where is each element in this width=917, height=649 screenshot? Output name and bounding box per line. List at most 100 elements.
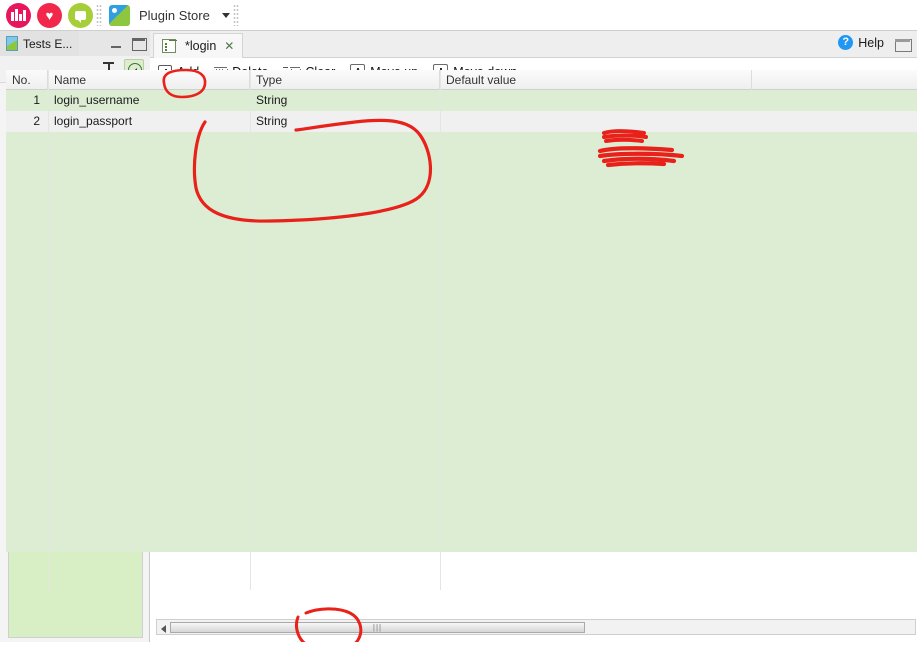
cell-empty: [6, 489, 48, 510]
cell-empty: [6, 300, 48, 321]
cell-empty: [250, 216, 440, 237]
cell-empty: [6, 321, 48, 342]
cell-empty: [250, 342, 440, 363]
cell-empty: [250, 363, 440, 384]
cell-empty: [6, 237, 48, 258]
cell-default[interactable]: [440, 111, 752, 132]
table-row-empty[interactable]: [6, 447, 917, 468]
column-header-default[interactable]: Default value: [440, 69, 752, 90]
cell-empty: [250, 132, 440, 153]
column-separator: [48, 70, 49, 590]
cell-empty: [440, 384, 752, 405]
cell-empty: [250, 300, 440, 321]
cell-empty: [6, 363, 48, 384]
table-header-row: No. Name Type Default value: [6, 69, 917, 90]
window-bottom-strip: [0, 642, 917, 649]
table-row-empty[interactable]: [6, 237, 917, 258]
maximize-icon[interactable]: [131, 36, 147, 51]
table-row-empty[interactable]: [6, 258, 917, 279]
table-row-empty[interactable]: [6, 468, 917, 489]
table-horizontal-scrollbar[interactable]: |||: [156, 619, 916, 635]
table-row-empty[interactable]: [6, 216, 917, 237]
table-row-empty[interactable]: [6, 384, 917, 405]
cell-empty: [48, 342, 250, 363]
cell-empty: [48, 426, 250, 447]
table-row-empty[interactable]: [6, 426, 917, 447]
cell-empty: [250, 195, 440, 216]
cell-empty: [250, 426, 440, 447]
app-icon-bubble[interactable]: [68, 2, 93, 28]
cell-empty: [48, 195, 250, 216]
tab-login[interactable]: *login ✕: [153, 33, 244, 58]
table-row-empty[interactable]: [6, 531, 917, 552]
app-icon-bars[interactable]: [6, 2, 31, 28]
cell-empty: [6, 510, 48, 531]
table-row-empty[interactable]: [6, 132, 917, 153]
cell-no[interactable]: 2: [6, 111, 48, 132]
cell-empty: [250, 468, 440, 489]
table-row-empty[interactable]: [6, 363, 917, 384]
cell-empty: [440, 342, 752, 363]
cell-name[interactable]: login_username: [48, 90, 250, 111]
table-row-empty[interactable]: [6, 342, 917, 363]
cell-empty: [440, 510, 752, 531]
cell-empty: [440, 237, 752, 258]
cell-empty: [6, 468, 48, 489]
table-row-empty[interactable]: [6, 510, 917, 531]
cell-name[interactable]: login_passport: [48, 111, 250, 132]
editor-minimize-icon[interactable]: [895, 39, 912, 53]
table-row-empty[interactable]: [6, 405, 917, 426]
cell-empty: [440, 447, 752, 468]
minimize-icon[interactable]: [109, 36, 124, 51]
app-icon-heart[interactable]: ♥: [37, 2, 62, 28]
help-label: Help: [858, 35, 884, 50]
editor-tab-title: *login: [185, 39, 217, 53]
close-icon[interactable]: ✕: [224, 39, 234, 53]
chevron-down-icon[interactable]: [221, 12, 230, 18]
cell-empty: [250, 279, 440, 300]
variables-table[interactable]: No. Name Type Default value 1 login_username…: [6, 69, 917, 590]
table-row-empty[interactable]: [6, 153, 917, 174]
column-header-type[interactable]: Type: [250, 69, 440, 90]
table-row-empty[interactable]: [6, 300, 917, 321]
column-separator: [250, 70, 251, 590]
cell-empty: [440, 216, 752, 237]
scroll-thumb-table[interactable]: |||: [170, 621, 585, 633]
cell-empty: [6, 405, 48, 426]
cell-empty: [48, 468, 250, 489]
help-button[interactable]: ? Help: [838, 35, 884, 50]
cell-empty: [6, 132, 48, 153]
table-row[interactable]: 1 login_username String: [6, 90, 917, 111]
cell-empty: [48, 531, 250, 552]
cell-default[interactable]: [440, 90, 752, 111]
table-row[interactable]: 2 login_passport String: [6, 111, 917, 132]
table-row-empty[interactable]: [6, 489, 917, 510]
toolbar-drag-handle-2[interactable]: [232, 4, 239, 26]
table-row-empty[interactable]: [6, 321, 917, 342]
cell-no[interactable]: 1: [6, 90, 48, 111]
tab-tests-explorer[interactable]: Tests E...: [0, 31, 80, 56]
cell-empty: [6, 426, 48, 447]
cell-empty: [48, 300, 250, 321]
column-header-no[interactable]: No.: [6, 69, 48, 90]
cell-empty: [6, 174, 48, 195]
heart-icon: ♥: [45, 7, 54, 23]
help-icon: ?: [838, 35, 854, 50]
table-row-empty[interactable]: [6, 195, 917, 216]
cell-empty: [6, 195, 48, 216]
scroll-left-icon-table[interactable]: [157, 621, 170, 634]
cell-empty: [48, 216, 250, 237]
table-body[interactable]: 1 login_username String 2 login_passport Stri…: [6, 90, 917, 552]
editor-tab-row: *login ✕ ? Help: [150, 31, 917, 58]
cell-type[interactable]: String: [250, 90, 440, 111]
table-row-empty[interactable]: [6, 279, 917, 300]
cell-empty: [250, 489, 440, 510]
cell-empty: [48, 321, 250, 342]
cell-type[interactable]: String: [250, 111, 440, 132]
column-header-name[interactable]: Name: [48, 69, 250, 90]
plugin-store-icon[interactable]: [109, 4, 130, 26]
toolbar-drag-handle[interactable]: [96, 4, 102, 26]
cell-empty: [250, 174, 440, 195]
table-row-empty[interactable]: [6, 174, 917, 195]
cell-empty: [48, 405, 250, 426]
